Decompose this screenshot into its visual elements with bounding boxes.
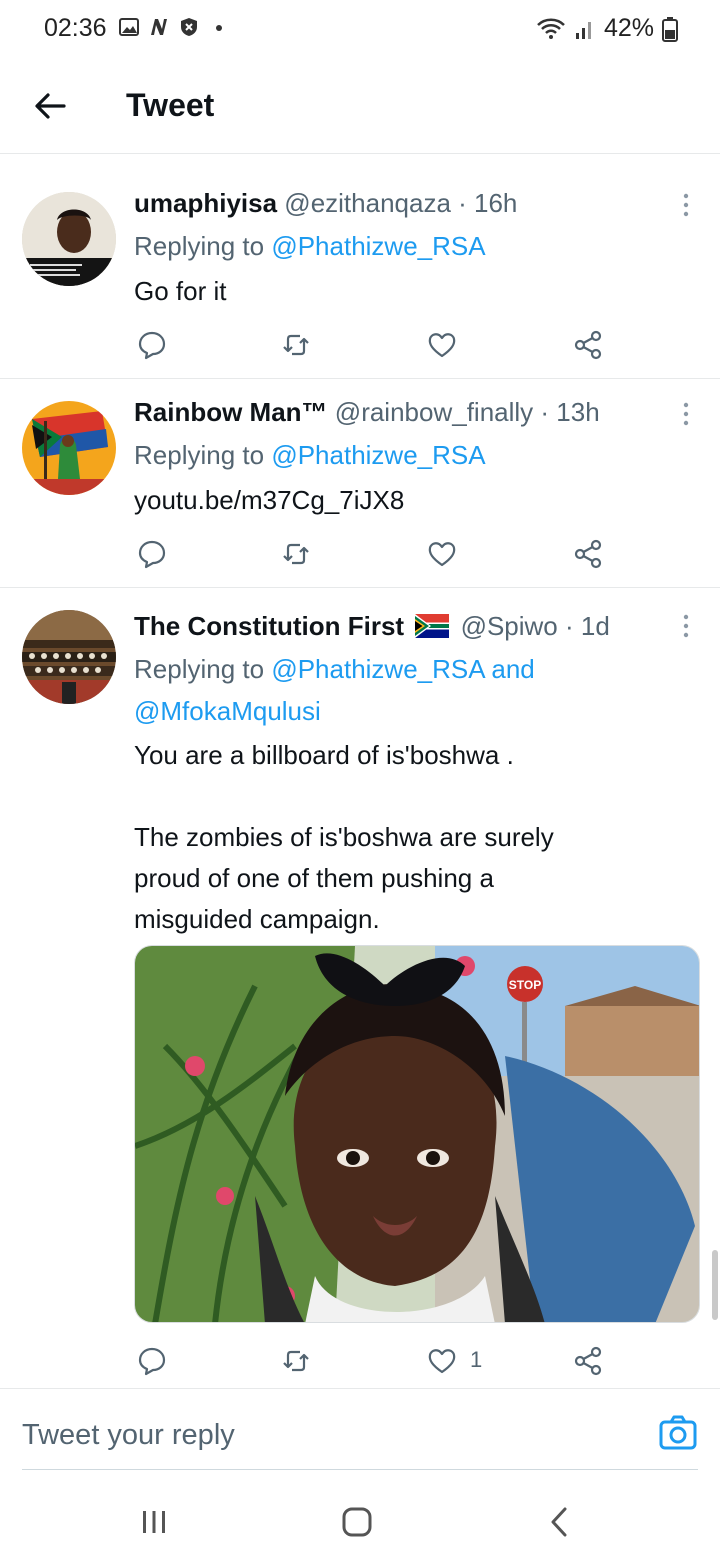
reply-icon[interactable] xyxy=(136,329,168,361)
retweet-icon[interactable] xyxy=(280,538,312,570)
like-icon[interactable] xyxy=(426,329,458,361)
tweet-text-line-4: misguided campaign. xyxy=(134,904,380,934)
display-name[interactable]: umaphiyisa xyxy=(134,188,277,218)
replying-to-line: Replying to @Phathizwe_RSA and xyxy=(134,654,535,685)
scrollbar-thumb[interactable] xyxy=(712,1250,718,1320)
child-photo-image: STOP xyxy=(135,946,699,1322)
mention-link[interactable]: @Phathizwe_RSA and xyxy=(271,654,534,684)
battery-percent: 42% xyxy=(603,14,654,42)
mention-link[interactable]: @Phathizwe_RSA xyxy=(271,231,485,261)
reply-input-underline xyxy=(22,1469,698,1470)
avatar-flag-image xyxy=(22,401,116,495)
tweet-header: Rainbow Man™ @rainbow_finally · 13h xyxy=(134,397,600,428)
page-title: Tweet xyxy=(126,87,215,123)
tweet-item[interactable]: The Constitution First @Spiwo · 1d Reply… xyxy=(0,589,720,1388)
tweet-actions xyxy=(134,329,614,369)
tweet-item[interactable]: Rainbow Man™ @rainbow_finally · 13h Repl… xyxy=(0,380,720,588)
retweet-icon[interactable] xyxy=(280,1345,312,1377)
avatar[interactable] xyxy=(22,192,116,286)
tweet-header: The Constitution First @Spiwo · 1d xyxy=(134,611,610,642)
more-vertical-icon[interactable] xyxy=(682,192,690,218)
avatar[interactable] xyxy=(22,610,116,704)
tweet-actions: 1 xyxy=(134,1345,614,1385)
handle-and-time: @rainbow_finally · 13h xyxy=(334,397,600,427)
display-name[interactable]: The Constitution First xyxy=(134,611,404,641)
tweet-text-line-3: proud of one of them pushing a xyxy=(134,863,494,893)
dot-icon xyxy=(216,25,222,31)
tweet-header: umaphiyisa @ezithanqaza · 16h xyxy=(134,188,517,219)
like-count: 1 xyxy=(470,1347,483,1372)
handle-and-time: @ezithanqaza · 16h xyxy=(284,188,518,218)
status-time: 02:36 xyxy=(44,14,107,42)
share-icon[interactable] xyxy=(572,1345,604,1377)
share-icon[interactable] xyxy=(572,538,604,570)
reply-input[interactable]: Tweet your reply xyxy=(22,1419,235,1452)
reply-composer: Tweet your reply xyxy=(0,1388,720,1484)
notification-icons xyxy=(118,16,230,38)
reply-icon[interactable] xyxy=(136,538,168,570)
recent-apps-icon[interactable] xyxy=(134,1502,174,1542)
wifi-icon xyxy=(537,18,565,39)
handle-and-time: @Spiwo · 1d xyxy=(460,611,610,641)
tweet-actions xyxy=(134,538,614,578)
status-right: 42% xyxy=(536,14,678,43)
replying-to-prefix: Replying to xyxy=(134,654,272,684)
stop-sign-text: STOP xyxy=(509,978,541,992)
retweet-icon[interactable] xyxy=(280,329,312,361)
display-name[interactable]: Rainbow Man™ xyxy=(134,397,328,427)
replying-to-prefix: Replying to xyxy=(134,231,272,261)
tweet-link[interactable]: youtu.be/m37Cg_7iJX8 xyxy=(134,480,404,521)
back-arrow-icon[interactable] xyxy=(30,86,70,126)
status-bar: 02:36 42% xyxy=(0,0,720,60)
signal-icon xyxy=(575,21,591,39)
battery-icon xyxy=(662,16,678,42)
home-icon[interactable] xyxy=(337,1502,377,1542)
n-app-notification-icon xyxy=(151,19,167,35)
system-back-icon[interactable] xyxy=(540,1502,580,1542)
camera-icon[interactable] xyxy=(658,1413,698,1453)
mention-link[interactable]: @Phathizwe_RSA xyxy=(271,440,485,470)
shield-notification-icon xyxy=(181,18,197,36)
replying-to-line: Replying to @Phathizwe_RSA xyxy=(134,231,486,262)
replying-to-prefix: Replying to xyxy=(134,440,272,470)
tweet-text-line-2: The zombies of is'boshwa are surely xyxy=(134,822,554,852)
avatar-portrait-image xyxy=(22,192,116,286)
system-nav-bar xyxy=(0,1484,720,1560)
south-africa-flag-icon xyxy=(415,614,450,638)
tweet-photo[interactable]: STOP xyxy=(134,945,700,1323)
replying-to-line: Replying to @Phathizwe_RSA xyxy=(134,440,486,471)
mention-link-2[interactable]: @MfokaMqulusi xyxy=(134,696,321,727)
top-app-bar: Tweet xyxy=(0,60,720,154)
like-icon[interactable] xyxy=(426,1345,458,1377)
more-vertical-icon[interactable] xyxy=(682,401,690,427)
tweet-text-line-1: You are a billboard of is'boshwa . xyxy=(134,740,514,770)
avatar-parliament-image xyxy=(22,610,116,704)
reply-icon[interactable] xyxy=(136,1345,168,1377)
tweet-item[interactable]: umaphiyisa @ezithanqaza · 16h Replying t… xyxy=(0,155,720,379)
tweet-text: Go for it xyxy=(134,276,227,306)
gallery-notification-icon xyxy=(119,18,139,36)
more-vertical-icon[interactable] xyxy=(682,613,690,639)
share-icon[interactable] xyxy=(572,329,604,361)
like-icon[interactable] xyxy=(426,538,458,570)
avatar[interactable] xyxy=(22,401,116,495)
